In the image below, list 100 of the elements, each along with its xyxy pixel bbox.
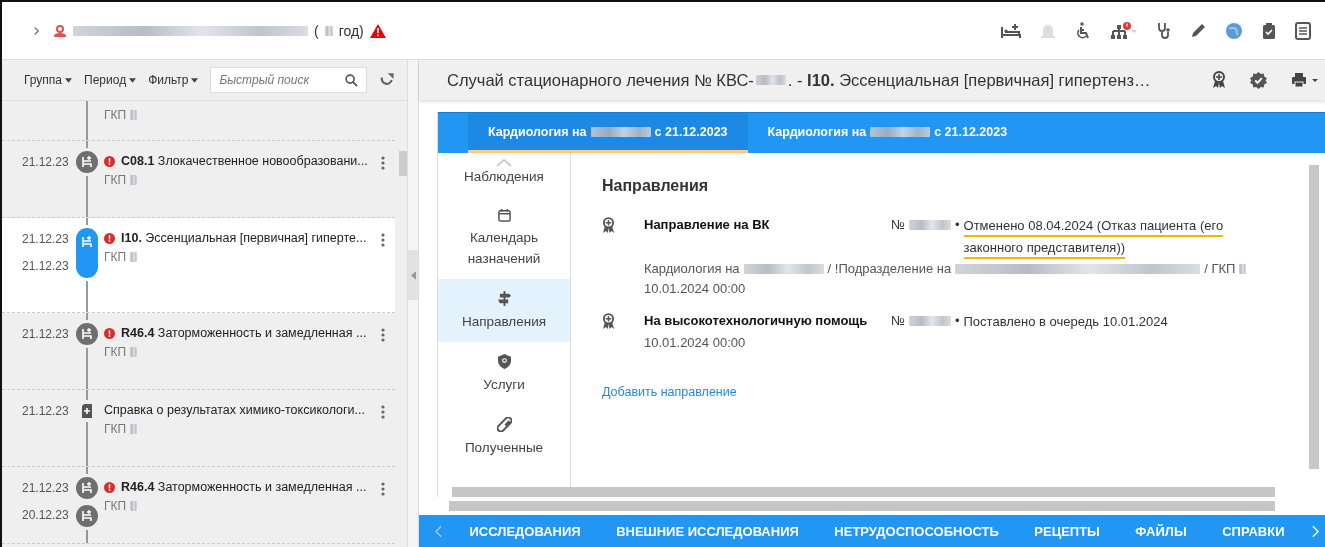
department-tab[interactable]: Кардиология на с 21.12.2023 bbox=[468, 113, 748, 153]
direction-title: Направление на ВК bbox=[644, 216, 771, 234]
blurred-text bbox=[908, 220, 951, 230]
search-field[interactable]: Быстрый поиск bbox=[210, 67, 368, 93]
blurred-text bbox=[324, 25, 333, 36]
globe-icon[interactable] bbox=[1225, 21, 1243, 40]
caret-icon bbox=[191, 77, 199, 83]
bed-icon bbox=[76, 477, 98, 499]
separator-dot: • bbox=[954, 216, 960, 234]
organization-text: ГКП bbox=[104, 345, 127, 359]
direction-status: Поставлено в очередь 10.01.2024 bbox=[963, 313, 1169, 331]
filter-dropdown[interactable]: Группа bbox=[24, 73, 73, 87]
direction-title: На высокотехнологичную помощь bbox=[644, 312, 869, 330]
more-icon[interactable] bbox=[381, 328, 385, 342]
refresh-icon[interactable] bbox=[379, 72, 395, 88]
direction-status: Отменено 08.04.2024 (Отказ пациента (его законного представителя)) bbox=[963, 215, 1249, 259]
diagnosis-text: R46.4 Заторможенность и замедленная ... bbox=[121, 480, 367, 494]
date-text: 21.12.23 bbox=[22, 232, 70, 246]
award-icon bbox=[602, 313, 615, 330]
horizontal-scrollbar[interactable] bbox=[452, 487, 1275, 497]
more-icon[interactable] bbox=[381, 405, 385, 419]
direction-date: 10.01.2024 00:00 bbox=[644, 280, 747, 298]
number-label: № bbox=[891, 216, 905, 234]
diagnosis-text: I10. Эссенциальная [первичная] гиперте... bbox=[121, 231, 367, 245]
blurred-text bbox=[130, 175, 138, 185]
timeline-item[interactable]: ГКП bbox=[2, 101, 395, 141]
more-icon[interactable] bbox=[381, 482, 385, 496]
blurred-text bbox=[130, 501, 138, 511]
signpost-icon bbox=[497, 290, 511, 306]
section-nav-item[interactable]: Полученные bbox=[438, 405, 570, 469]
organization-text: ГКП bbox=[104, 250, 127, 264]
caret-icon bbox=[65, 77, 73, 83]
caret-icon bbox=[129, 77, 137, 83]
list-document-icon[interactable] bbox=[1295, 21, 1311, 40]
chevron-right-icon[interactable] bbox=[1312, 524, 1319, 538]
stethoscope-icon[interactable] bbox=[1157, 21, 1171, 40]
hierarchy-icon[interactable] bbox=[1110, 21, 1138, 40]
shield-icon bbox=[497, 354, 511, 369]
date-text: 21.12.23 bbox=[22, 404, 70, 418]
timeline-item[interactable]: 21.12.23 21.12.23 I10. Эссенциальная [первичная] гиперте... ГКП bbox=[2, 218, 395, 313]
case-title: Случай стационарного лечения № КВС- bbox=[447, 70, 754, 90]
department-text: Кардиология на bbox=[644, 260, 740, 278]
separator-dot: • bbox=[954, 312, 960, 330]
age-prefix: ( bbox=[314, 22, 319, 39]
wheelchair-icon[interactable] bbox=[1075, 21, 1091, 40]
verified-icon[interactable] bbox=[1250, 71, 1267, 89]
pill-icon bbox=[496, 417, 512, 433]
diagnosis-text: Справка о результатах химико-токсикологи... bbox=[104, 403, 366, 417]
date-text: 21.12.23 bbox=[22, 155, 70, 169]
blurred-text bbox=[130, 252, 138, 262]
blurred-text bbox=[130, 424, 138, 434]
blurred-text bbox=[1239, 264, 1247, 274]
blurred-text bbox=[130, 347, 138, 357]
clipboard-check-icon[interactable] bbox=[1262, 21, 1276, 40]
award-icon[interactable] bbox=[1212, 71, 1226, 89]
section-nav-item[interactable]: Календарь назначений bbox=[438, 197, 570, 279]
blurred-text bbox=[130, 110, 138, 120]
organization-text: ГКП bbox=[104, 173, 127, 187]
date-text: 21.12.23 bbox=[22, 259, 70, 273]
organization-text: ГКП bbox=[104, 108, 127, 122]
bed-plus-icon[interactable] bbox=[1001, 22, 1021, 39]
calendar-icon bbox=[497, 209, 511, 223]
section-nav-item[interactable]: Направления bbox=[438, 278, 570, 342]
department-text: / !Подразделение на bbox=[827, 260, 952, 278]
section-nav-item[interactable]: Наблюдения bbox=[438, 153, 570, 198]
timeline-item[interactable]: 21.12.23 Справка о результатах химико-токсикологи... ГКП bbox=[2, 390, 395, 467]
timeline-item[interactable]: 21.12.23 20.12.23 R46.4 Заторможенность и замедленная ... ГКП bbox=[2, 467, 395, 544]
section-nav-item[interactable]: Услуги bbox=[438, 342, 570, 406]
warning-icon bbox=[369, 23, 386, 38]
filter-dropdown[interactable]: Фильтр bbox=[148, 73, 199, 87]
date-text: 21.12.23 bbox=[22, 327, 70, 341]
case-diagnosis: . - I10. Эссенциальная [первичная] гипертенз… bbox=[787, 70, 1151, 90]
bed-icon bbox=[76, 323, 98, 345]
chevron-right-icon[interactable] bbox=[32, 25, 41, 36]
direction-date: 10.01.2024 00:00 bbox=[644, 334, 747, 352]
more-icon[interactable] bbox=[381, 233, 385, 247]
bed-icon bbox=[76, 228, 98, 278]
bed-icon bbox=[76, 151, 98, 173]
horizontal-scrollbar[interactable] bbox=[449, 501, 1275, 511]
organization-text: ГКП bbox=[104, 499, 127, 513]
bed-icon bbox=[76, 505, 98, 527]
more-icon[interactable] bbox=[381, 156, 385, 170]
search-icon[interactable] bbox=[345, 74, 359, 87]
timeline-item[interactable]: 21.12.23 R46.4 Заторможенность и замедленная ... ГКП bbox=[2, 313, 395, 390]
filter-dropdown[interactable]: Период bbox=[84, 73, 137, 87]
vertical-scrollbar[interactable] bbox=[1309, 165, 1319, 469]
section-title: Направления bbox=[602, 177, 710, 195]
blurred-text bbox=[755, 75, 786, 85]
award-icon bbox=[602, 217, 615, 234]
collapse-handle[interactable] bbox=[408, 250, 418, 300]
number-label: № bbox=[891, 312, 905, 330]
organization-text: ГКП bbox=[104, 422, 127, 436]
add-direction-link[interactable]: Добавить направление bbox=[602, 385, 737, 399]
pencil-icon[interactable] bbox=[1190, 22, 1206, 39]
date-text: 20.12.23 bbox=[22, 508, 70, 522]
blurred-text bbox=[908, 316, 951, 326]
diagnosis-text: R46.4 Заторможенность и замедленная ... bbox=[121, 326, 367, 340]
printer-icon[interactable] bbox=[1291, 72, 1319, 88]
scrollbar-thumb[interactable] bbox=[399, 151, 407, 176]
diagnosis-text: C08.1 Злокачественное новообразовани... bbox=[121, 154, 368, 168]
